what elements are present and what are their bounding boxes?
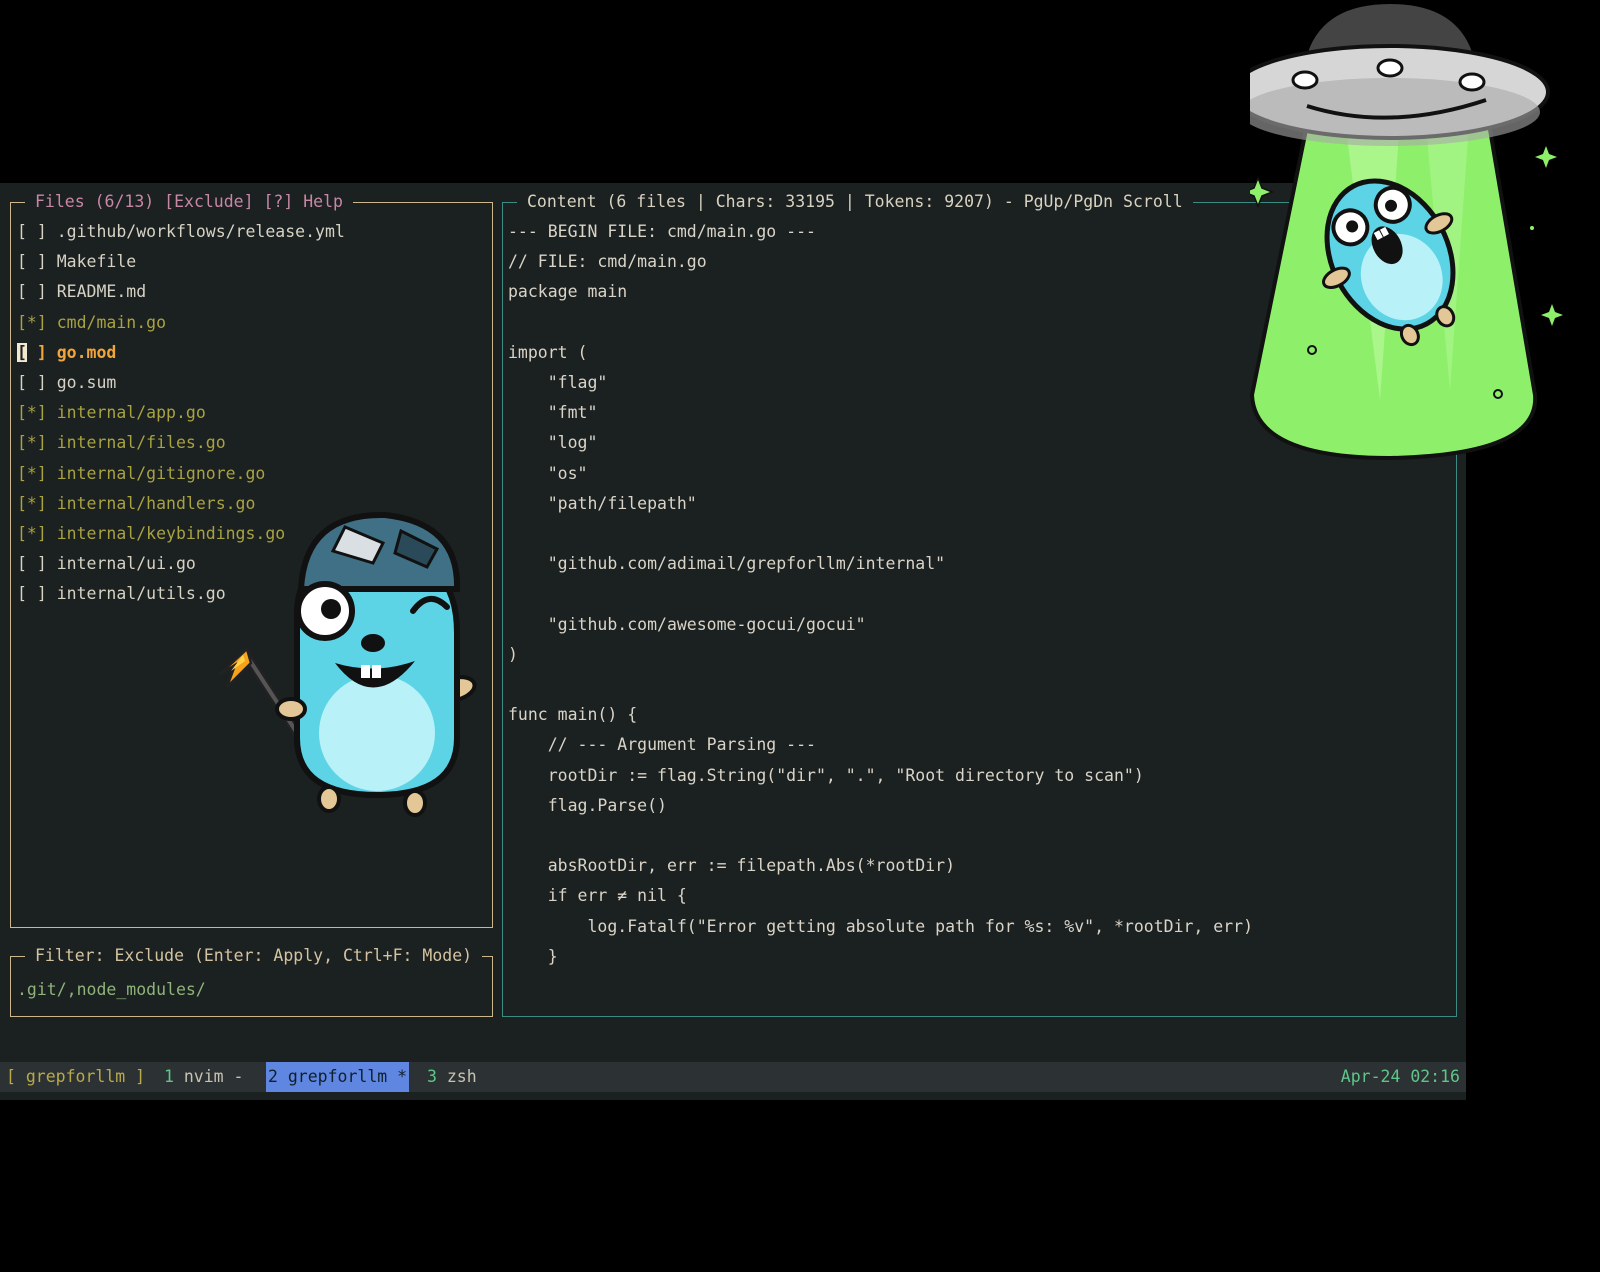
code-line: func main() { bbox=[508, 705, 638, 725]
file-checkbox[interactable]: [ ] bbox=[17, 252, 47, 271]
code-line: absRootDir, err := filepath.Abs(*rootDir… bbox=[508, 856, 956, 876]
terminal-window: Files (6/13) [Exclude] [?] Help [ ] .git… bbox=[0, 183, 1466, 1100]
file-checkbox[interactable]: [*] bbox=[17, 433, 47, 452]
file-list-item[interactable]: [*] internal/files.go bbox=[17, 428, 226, 458]
code-line: import ( bbox=[508, 342, 588, 362]
file-checkbox[interactable]: [*] bbox=[17, 464, 47, 483]
file-checkbox[interactable]: [ ] bbox=[17, 584, 47, 603]
code-line: // --- Argument Parsing --- bbox=[508, 735, 816, 755]
file-name: go.mod bbox=[56, 342, 117, 362]
file-list-item[interactable]: [ ] internal/utils.go bbox=[17, 579, 226, 609]
file-name: internal/utils.go bbox=[56, 584, 226, 604]
file-list-item[interactable]: [ ] go.mod bbox=[17, 338, 116, 368]
ufo-abduction-illustration bbox=[1250, 4, 1563, 461]
code-line: package main bbox=[508, 282, 628, 302]
file-list-item[interactable]: [ ] README.md bbox=[17, 277, 146, 307]
filter-panel: Filter: Exclude (Enter: Apply, Ctrl+F: M… bbox=[10, 945, 493, 1017]
filter-input[interactable]: .git/,node_modules/ bbox=[17, 975, 206, 1005]
window-tab-zsh[interactable]: 3 zsh bbox=[427, 1062, 477, 1092]
code-line: flag.Parse() bbox=[508, 795, 667, 815]
file-name: Makefile bbox=[56, 252, 137, 272]
code-line: if err ≠ nil { bbox=[508, 886, 687, 906]
code-line: log.Fatalf("Error getting absolute path … bbox=[508, 916, 1254, 936]
file-checkbox[interactable]: [ ] bbox=[17, 373, 47, 392]
file-name: go.sum bbox=[56, 373, 117, 392]
code-line: "flag" bbox=[508, 373, 608, 392]
file-checkbox[interactable]: [ ] bbox=[17, 342, 47, 362]
file-list-item[interactable]: [ ] go.sum bbox=[17, 368, 116, 398]
tmux-status-bar: [ grepforllm ] 1 nvim - 2 grepforllm * 3… bbox=[0, 1062, 1466, 1092]
file-name: internal/app.go bbox=[56, 403, 206, 423]
code-line: // FILE: cmd/main.go bbox=[508, 252, 707, 272]
file-list-item[interactable]: [*] cmd/main.go bbox=[17, 308, 166, 338]
file-name: .github/workflows/release.yml bbox=[56, 222, 345, 241]
window-tab-grepforllm[interactable]: 2 grepforllm * bbox=[266, 1062, 410, 1092]
file-list-item[interactable]: [ ] Makefile bbox=[17, 247, 136, 277]
code-line: ) bbox=[508, 644, 518, 664]
file-checkbox[interactable]: [*] bbox=[17, 494, 47, 513]
file-checkbox[interactable]: [ ] bbox=[17, 554, 47, 573]
code-line: "fmt" bbox=[508, 403, 598, 423]
code-line: rootDir := flag.String("dir", ".", "Root… bbox=[508, 765, 1144, 785]
session-name: [ grepforllm ] bbox=[6, 1067, 146, 1086]
file-name: README.md bbox=[56, 282, 147, 302]
code-line: "github.com/awesome-gocui/gocui" bbox=[508, 614, 866, 634]
code-line: "os" bbox=[508, 463, 588, 483]
file-list-item[interactable]: [ ] .github/workflows/release.yml bbox=[17, 217, 345, 247]
status-clock: Apr-24 02:16 bbox=[1340, 1067, 1460, 1086]
file-checkbox[interactable]: [ ] bbox=[17, 282, 47, 301]
file-list-item[interactable]: [*] internal/app.go bbox=[17, 398, 206, 428]
file-checkbox[interactable]: [ ] bbox=[17, 222, 47, 241]
file-name: cmd/main.go bbox=[56, 312, 167, 332]
code-line: } bbox=[508, 946, 558, 966]
file-list-item[interactable]: [ ] internal/ui.go bbox=[17, 549, 196, 579]
file-checkbox[interactable]: [*] bbox=[17, 403, 47, 422]
file-name: internal/files.go bbox=[56, 433, 226, 453]
files-panel-title: Files (6/13) [Exclude] [?] Help bbox=[25, 191, 353, 213]
filter-panel-title: Filter: Exclude (Enter: Apply, Ctrl+F: M… bbox=[25, 945, 483, 967]
code-line: "path/filepath" bbox=[508, 493, 697, 513]
window-tab-nvim[interactable]: 1 nvim - bbox=[164, 1062, 243, 1092]
file-name: internal/gitignore.go bbox=[56, 463, 266, 483]
file-checkbox[interactable]: [*] bbox=[17, 524, 47, 543]
file-checkbox[interactable]: [*] bbox=[17, 313, 47, 332]
file-list-item[interactable]: [*] internal/gitignore.go bbox=[17, 459, 265, 489]
file-name: internal/ui.go bbox=[56, 554, 196, 574]
gopher-torch-illustration bbox=[218, 511, 477, 817]
code-line: --- BEGIN FILE: cmd/main.go --- bbox=[508, 222, 816, 241]
code-line: "github.com/adimail/grepforllm/internal" bbox=[508, 554, 946, 574]
code-line: "log" bbox=[508, 433, 598, 453]
content-panel-title: Content (6 files | Chars: 33195 | Tokens… bbox=[517, 191, 1193, 213]
